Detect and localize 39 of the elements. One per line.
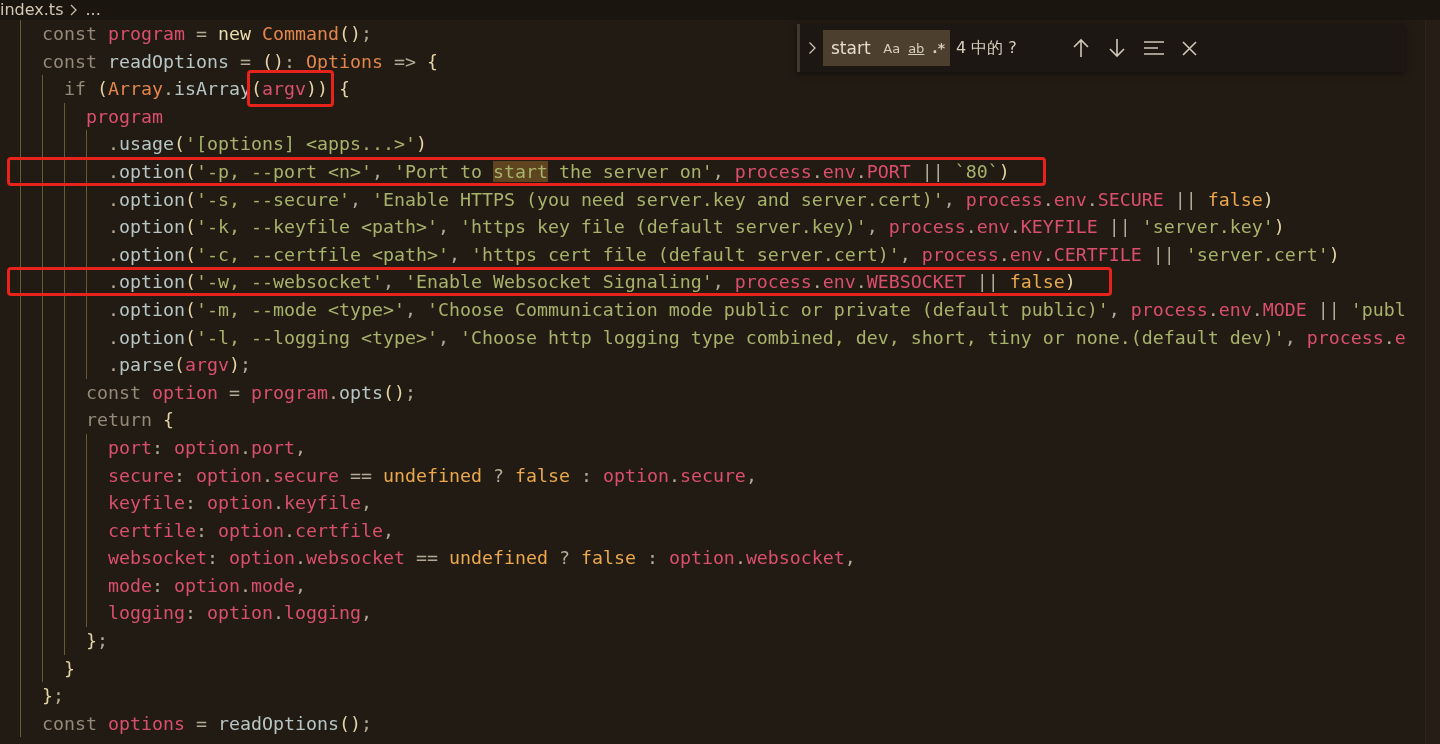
- code-line: .option('-p, --port <n>', 'Port to start the server on', process.env.PORT || `80`): [106, 160, 1010, 182]
- find-input-field[interactable]: start Aa ab .*: [823, 30, 950, 66]
- arrow-up-icon[interactable]: [1072, 38, 1090, 58]
- code-line: const readOptions = (): Options => {: [41, 50, 438, 72]
- code-line: .option('-m, --mode <type>', 'Choose Communication mode public or private (default public)', process.env.MODE || 'publ: [106, 298, 1406, 320]
- code-line: certfile: option.certfile,: [106, 519, 394, 541]
- whole-word-button[interactable]: ab: [905, 38, 928, 58]
- code-line: .usage('[options] <apps...>'): [106, 133, 427, 155]
- code-line: }: [63, 657, 75, 679]
- code-line: .parse(argv);: [106, 354, 251, 376]
- code-line: const option = program.opts();: [84, 381, 416, 403]
- code-line: logging: option.logging,: [106, 602, 372, 624]
- chevron-right-icon: [808, 41, 817, 55]
- code-line: const program = new Command();: [41, 23, 372, 44]
- code-line: secure: option.secure == undefined ? false : option.secure,: [106, 464, 757, 486]
- close-icon[interactable]: [1182, 40, 1197, 56]
- code-line: .option('-l, --logging <type>', 'Choose http logging type combined, dev, short, tiny or none.(default dev)', process.e: [106, 326, 1406, 348]
- code-line: .option('-w, --websocket', 'Enable Websocket Signaling', process.env.WEBSOCKET || false): [106, 271, 1076, 293]
- arrow-down-icon[interactable]: [1108, 38, 1126, 58]
- breadcrumb-item[interactable]: index.ts: [0, 1, 64, 19]
- code-line: .option('-k, --keyfile <path>', 'https key file (default server.key)', process.env.KEYFILE || 'server.key'): [106, 216, 1285, 238]
- code-line: };: [84, 630, 108, 652]
- match-case-button[interactable]: Aa: [880, 38, 904, 58]
- code-line: port: option.port,: [106, 436, 306, 458]
- code-line: if (Array.isArray(argv)) {: [63, 78, 350, 100]
- code-line: keyfile: option.keyfile,: [106, 492, 372, 514]
- code-line: .option('-c, --certfile <path>', 'https cert file (default server.cert)', process.env.CERTFILE || 'server.cert'): [106, 243, 1340, 265]
- code-line: program: [84, 105, 163, 127]
- regex-button[interactable]: .*: [929, 38, 948, 58]
- breadcrumb-item[interactable]: ...: [85, 1, 101, 19]
- chevron-right-icon: [70, 4, 79, 16]
- code-line: const options = readOptions();: [41, 712, 372, 734]
- code-line: .option('-s, --secure', 'Enable HTTPS (you need server.key and server.cert)', process.env.SECURE || false): [106, 188, 1274, 210]
- code-line: mode: option.mode,: [106, 574, 306, 596]
- code-line: websocket: option.websocket == undefined ? false : option.websocket,: [106, 547, 856, 569]
- code-line: };: [41, 685, 64, 707]
- code-line: return {: [84, 409, 174, 431]
- find-in-selection-icon[interactable]: [1144, 41, 1164, 55]
- match-count: 4 中的 ?: [956, 37, 1018, 59]
